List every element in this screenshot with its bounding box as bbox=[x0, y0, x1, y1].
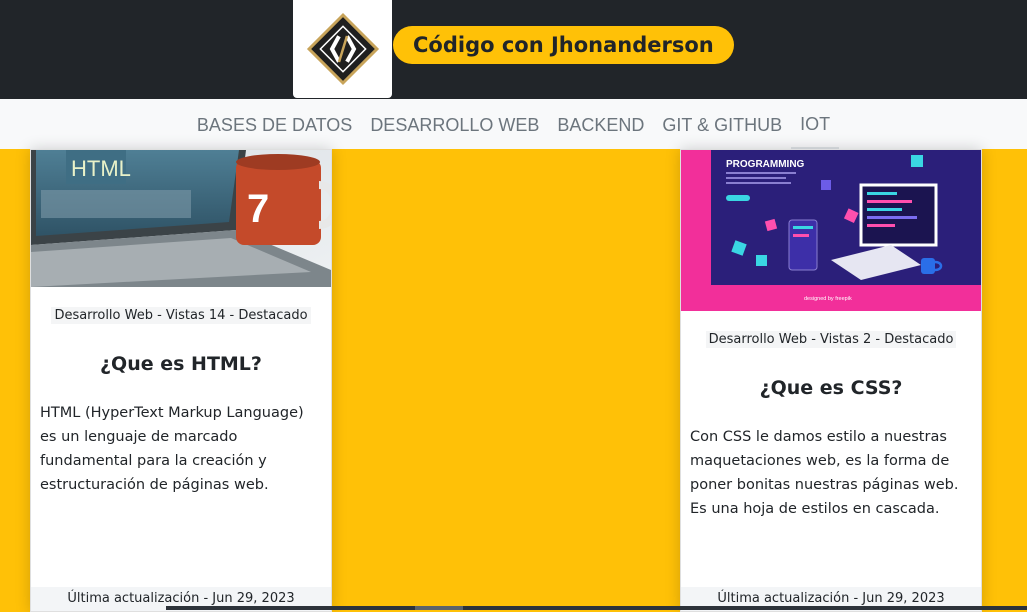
card-meta: Desarrollo Web - Vistas 2 - Destacado bbox=[681, 331, 981, 349]
diamond-code-logo-icon bbox=[306, 12, 379, 86]
nav-item-iot[interactable]: IOT bbox=[791, 99, 840, 149]
svg-text:PROGRAMMING: PROGRAMMING bbox=[726, 159, 805, 170]
svg-text:HTML: HTML bbox=[71, 156, 131, 181]
card-meta: Desarrollo Web - Vistas 14 - Destacado bbox=[31, 307, 331, 325]
nav-item-desarrollo-web[interactable]: DESARROLLO WEB bbox=[361, 100, 548, 148]
site-logo[interactable] bbox=[293, 0, 392, 98]
nav-item-git-github[interactable]: GIT & GITHUB bbox=[653, 100, 791, 148]
card-title[interactable]: ¿Que es CSS? bbox=[681, 375, 981, 401]
article-card-css[interactable]: PROGRAMMING designed by freepik Desarrol… bbox=[680, 149, 982, 612]
scrollbar-thumb[interactable] bbox=[415, 606, 463, 610]
main-nav: BASES DE DATOS DESARROLLO WEB BACKEND GI… bbox=[0, 99, 1027, 149]
site-title[interactable]: Código con Jhonanderson bbox=[393, 26, 734, 64]
horizontal-scrollbar[interactable] bbox=[166, 606, 1027, 610]
svg-text:designed by freepik: designed by freepik bbox=[804, 296, 852, 302]
article-card-html[interactable]: HTML 7 Desarrollo Web - Vistas 14 - Dest… bbox=[30, 149, 332, 612]
card-description: Con CSS le damos estilo a nuestras maque… bbox=[690, 429, 959, 517]
programming-illustration: PROGRAMMING designed by freepik bbox=[681, 150, 981, 311]
svg-text:7: 7 bbox=[247, 187, 269, 231]
card-image-programming[interactable]: PROGRAMMING designed by freepik bbox=[681, 150, 981, 311]
card-title[interactable]: ¿Que es HTML? bbox=[31, 351, 331, 377]
nav-item-bases-de-datos[interactable]: BASES DE DATOS bbox=[188, 100, 361, 148]
card-description: HTML (HyperText Markup Language) es un l… bbox=[40, 405, 304, 493]
card-image-html-laptop[interactable]: HTML 7 bbox=[31, 150, 331, 287]
nav-item-backend[interactable]: BACKEND bbox=[548, 100, 653, 148]
laptop-mug-image: HTML 7 bbox=[31, 150, 331, 287]
top-header: Código con Jhonanderson bbox=[0, 0, 1027, 99]
